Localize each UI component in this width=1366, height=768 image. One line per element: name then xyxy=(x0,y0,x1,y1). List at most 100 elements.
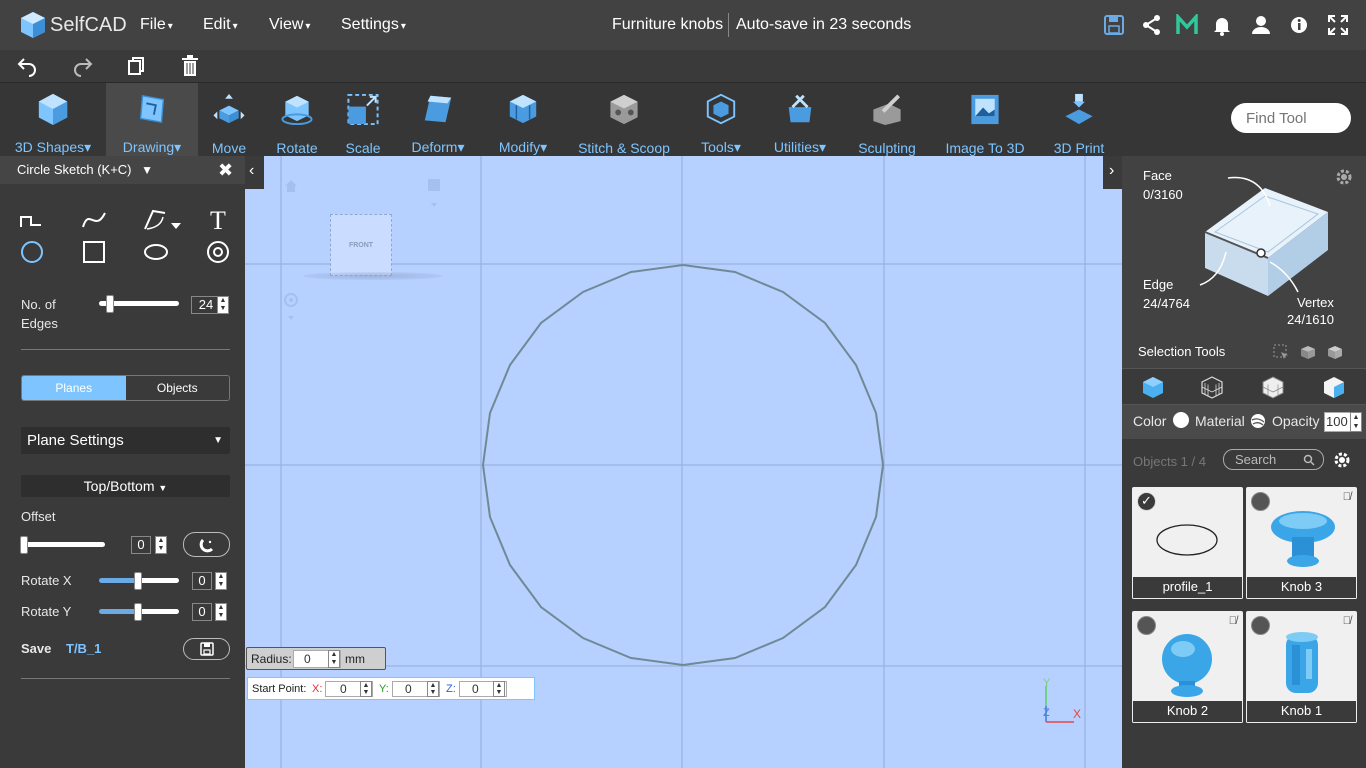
curve-sketch-icon[interactable] xyxy=(81,207,107,233)
eye-hidden-icon[interactable]: 👁̸ xyxy=(1343,615,1351,627)
selection-box-illustration[interactable] xyxy=(1180,170,1350,330)
menu-settings[interactable]: Settings ▾ xyxy=(341,0,406,50)
app-logo[interactable]: SelfCAD xyxy=(20,10,127,40)
undo-icon[interactable] xyxy=(16,55,40,77)
close-icon[interactable]: ✖ xyxy=(218,160,233,181)
select-connected-icon[interactable] xyxy=(1326,344,1344,360)
edges-stepper[interactable]: ▲ ▼ xyxy=(217,296,229,314)
object-card-knob-2[interactable]: 👁̸ Knob 2 xyxy=(1132,611,1243,723)
menu-file[interactable]: File ▾ xyxy=(140,0,173,50)
tool-move[interactable]: Move xyxy=(198,83,260,156)
profile-thumbnail xyxy=(1156,524,1218,556)
circle-sketch-icon[interactable] xyxy=(19,239,45,265)
eye-hidden-icon[interactable]: 👁̸ xyxy=(1343,491,1351,503)
edge-label[interactable]: Edge xyxy=(1143,275,1173,294)
tool-rotate[interactable]: Rotate xyxy=(266,83,328,156)
start-x-stepper[interactable]: ▲ ▼ xyxy=(360,681,372,697)
tool-panel-header[interactable]: Circle Sketch (K+C) ▼ xyxy=(0,156,245,184)
tab-objects[interactable]: Objects xyxy=(125,376,229,400)
objects-settings-gear-icon[interactable] xyxy=(1333,451,1351,469)
view-cube-toggle-icon[interactable] xyxy=(427,177,441,209)
collapse-right-button[interactable]: › xyxy=(1103,156,1122,189)
polyline-sketch-icon[interactable] xyxy=(19,207,45,233)
offset-input[interactable]: 0 xyxy=(131,536,151,554)
rotate-y-stepper[interactable]: ▲ ▼ xyxy=(215,603,227,621)
ring-sketch-icon[interactable] xyxy=(205,239,231,265)
solid-view-icon[interactable] xyxy=(1141,375,1165,399)
rotate-x-slider-thumb[interactable] xyxy=(134,572,142,590)
tool-scale[interactable]: Scale xyxy=(334,83,392,156)
rectangle-sketch-icon[interactable] xyxy=(81,239,107,265)
redo-icon[interactable] xyxy=(70,55,94,77)
offset-slider-thumb[interactable] xyxy=(20,536,28,554)
trash-icon[interactable] xyxy=(178,55,202,77)
offset-stepper[interactable]: ▲ ▼ xyxy=(155,536,167,554)
find-tool-input[interactable] xyxy=(1231,103,1351,133)
object-checkbox[interactable] xyxy=(1251,616,1270,635)
start-y-stepper[interactable]: ▲ ▼ xyxy=(427,681,439,697)
opacity-stepper[interactable]: ▲ ▼ xyxy=(1350,412,1362,432)
select-all-icon[interactable] xyxy=(1299,344,1317,360)
object-checkbox[interactable]: ✓ xyxy=(1137,492,1156,511)
object-card-knob-3[interactable]: 👁̸ Knob 3 xyxy=(1246,487,1357,599)
divider xyxy=(21,349,230,350)
info-icon[interactable] xyxy=(1288,14,1310,36)
rotate-y-input[interactable]: 0 xyxy=(192,603,212,621)
tool-image-to-3d[interactable]: Image To 3D xyxy=(940,83,1030,156)
radius-stepper[interactable]: ▲ ▼ xyxy=(328,650,340,668)
rotate-x-stepper[interactable]: ▲ ▼ xyxy=(215,572,227,590)
save-plane-button[interactable] xyxy=(183,638,230,660)
top-bottom-dropdown[interactable]: Top/Bottom ▼ xyxy=(21,475,230,497)
menu-edit[interactable]: Edit ▾ xyxy=(203,0,238,50)
tool-3d-shapes[interactable]: 3D Shapes▾ xyxy=(0,83,106,156)
tool-tools[interactable]: Tools▾ xyxy=(690,83,752,156)
solid-wireframe-view-icon[interactable] xyxy=(1261,375,1285,399)
rotate-x-input[interactable]: 0 xyxy=(192,572,212,590)
opacity-input[interactable]: 100 xyxy=(1324,412,1352,432)
plane-settings-dropdown[interactable]: Plane Settings ▼ xyxy=(21,427,230,454)
menu-edit-label: Edit xyxy=(203,16,231,33)
tool-stitch-scoop[interactable]: Stitch & Scoop xyxy=(574,83,674,156)
objects-search[interactable]: Search xyxy=(1223,449,1324,470)
object-card-profile-1[interactable]: ✓ profile_1 xyxy=(1132,487,1243,599)
color-swatch[interactable] xyxy=(1173,412,1189,428)
magnet-snap-button[interactable] xyxy=(183,532,230,557)
tool-modify[interactable]: Modify▾ xyxy=(490,83,556,156)
tool-label: Drawing xyxy=(122,139,175,155)
material-sphere-icon[interactable] xyxy=(1250,413,1266,429)
object-card-knob-1[interactable]: 👁̸ Knob 1 xyxy=(1246,611,1357,723)
bell-icon[interactable] xyxy=(1211,14,1233,36)
fullscreen-icon[interactable] xyxy=(1327,14,1349,36)
rotate-y-slider-thumb[interactable] xyxy=(134,603,142,621)
view-cube[interactable]: FRONT xyxy=(330,214,392,276)
user-icon[interactable] xyxy=(1250,14,1272,36)
offset-slider-track[interactable] xyxy=(21,542,105,547)
myminifactory-icon[interactable] xyxy=(1176,14,1198,36)
save-icon[interactable] xyxy=(1103,14,1125,36)
collapse-left-button[interactable]: ‹ xyxy=(245,156,264,189)
box-select-icon[interactable] xyxy=(1273,344,1289,360)
tool-3d-print[interactable]: 3D Print xyxy=(1046,83,1112,156)
face-label[interactable]: Face xyxy=(1143,166,1172,185)
tool-utilities[interactable]: Utilities▾ xyxy=(764,83,836,156)
menu-view[interactable]: View ▾ xyxy=(269,0,310,50)
copy-icon[interactable] xyxy=(124,55,148,77)
camera-target-icon[interactable] xyxy=(283,292,299,322)
eye-hidden-icon[interactable]: 👁̸ xyxy=(1229,615,1237,627)
document-title[interactable]: Furniture knobs xyxy=(612,0,723,50)
tool-deform[interactable]: Deform▾ xyxy=(404,83,472,156)
arc-sketch-icon[interactable] xyxy=(143,207,183,233)
plane-name[interactable]: T/B_1 xyxy=(66,641,101,656)
start-z-stepper[interactable]: ▲ ▼ xyxy=(493,681,505,697)
xray-view-icon[interactable] xyxy=(1322,375,1346,399)
ellipse-sketch-icon[interactable] xyxy=(143,239,169,265)
wireframe-view-icon[interactable] xyxy=(1200,375,1224,399)
tool-sculpting[interactable]: Sculpting xyxy=(852,83,922,156)
object-checkbox[interactable] xyxy=(1137,616,1156,635)
tab-planes[interactable]: Planes xyxy=(22,376,126,400)
tool-drawing[interactable]: Drawing▾ xyxy=(106,83,198,156)
home-icon[interactable] xyxy=(283,178,299,194)
edges-slider-thumb[interactable] xyxy=(106,295,114,313)
text-sketch-icon[interactable]: T xyxy=(205,207,231,233)
share-icon[interactable] xyxy=(1141,14,1163,36)
